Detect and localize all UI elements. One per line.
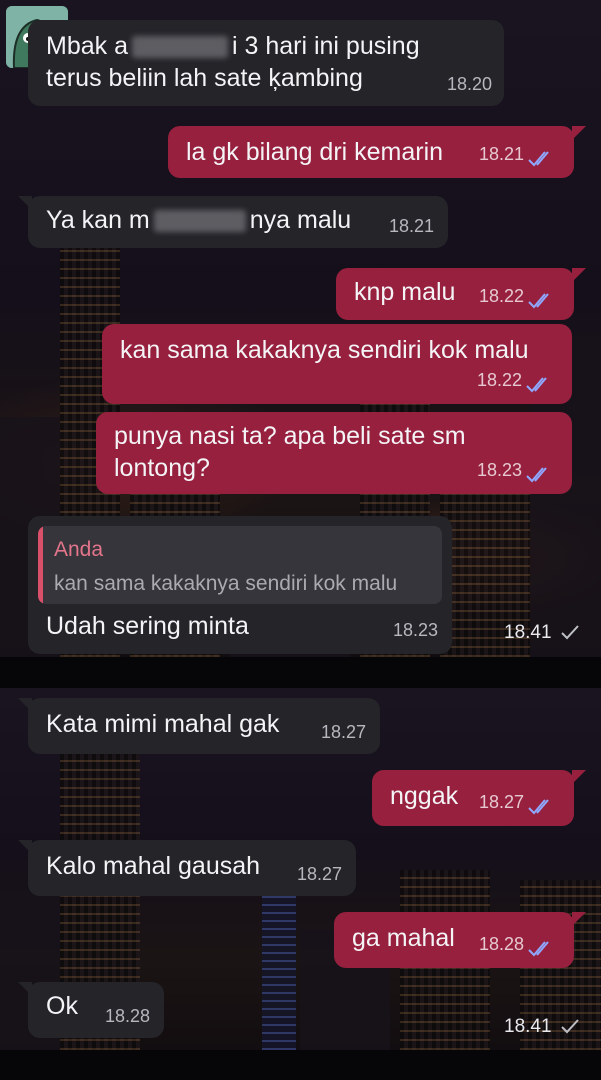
overlay-time: 18.41 <box>504 1016 552 1037</box>
message-text: Udah sering minta <box>46 612 249 640</box>
message-time: 18.22 <box>476 370 522 390</box>
incoming-message[interactable]: Kalo mahal gausah 18.27 <box>18 840 356 896</box>
outgoing-message[interactable]: kan sama kakaknya sendiri kok malu 18.22 <box>102 324 572 404</box>
single-check-icon <box>560 624 580 640</box>
outgoing-message[interactable]: la gk bilang dri kemarin 18.21 <box>168 126 586 178</box>
message-time: 18.27 <box>478 792 524 812</box>
incoming-message[interactable]: Ok 18.28 <box>18 982 164 1038</box>
double-check-icon <box>528 798 558 816</box>
quoted-message[interactable]: Anda kan sama kakaknya sendiri kok malu <box>38 526 442 604</box>
outgoing-message[interactable]: nggak 18.27 <box>372 770 586 826</box>
message-text: punya nasi ta? apa beli sate sm <box>114 422 466 450</box>
message-time: 18.23 <box>476 460 522 480</box>
overlay-time: 18.41 <box>504 622 552 643</box>
bottom-bar <box>0 1050 601 1080</box>
message-text: Kalo mahal gausah <box>46 852 261 880</box>
single-check-icon <box>560 1018 580 1034</box>
outgoing-message[interactable]: punya nasi ta? apa beli sate sm lontong?… <box>96 412 572 494</box>
message-text: Ok <box>46 992 78 1020</box>
message-time: 18.28 <box>104 1006 150 1026</box>
message-time: 18.27 <box>320 722 366 742</box>
redacted-text <box>131 36 228 59</box>
outgoing-message[interactable]: knp malu 18.22 <box>336 268 586 320</box>
quote-text: kan sama kakaknya sendiri kok malu <box>54 572 398 595</box>
double-check-icon <box>528 150 558 168</box>
outgoing-message[interactable]: ga mahal 18.28 <box>334 912 586 968</box>
message-text: i 3 hari ini pusing <box>231 32 420 60</box>
incoming-reply-message[interactable]: Anda kan sama kakaknya sendiri kok malu … <box>28 516 452 654</box>
message-time: 18.27 <box>296 864 342 884</box>
message-text: terus beliin lah sate ķambing <box>46 64 363 92</box>
message-text: Kata mimi mahal gak <box>46 710 280 738</box>
incoming-message[interactable]: Mbak a i 3 hari ini pusing terus beliin l… <box>28 20 504 106</box>
quote-author: Anda <box>54 538 104 561</box>
message-time: 18.28 <box>478 934 524 954</box>
chat-screenshot-bottom: Kata mimi mahal gak 18.27 nggak 18.27 Ka… <box>0 688 601 1050</box>
double-check-icon <box>528 292 558 310</box>
double-check-icon <box>526 466 556 484</box>
incoming-message[interactable]: Kata mimi mahal gak 18.27 <box>18 698 380 754</box>
chat-screenshot-top: Mbak a i 3 hari ini pusing terus beliin l… <box>0 0 601 657</box>
redacted-text <box>153 210 246 233</box>
message-text: knp malu <box>354 278 456 306</box>
quote-accent-bar <box>38 526 43 604</box>
message-text: ga mahal <box>352 924 455 952</box>
message-text: Mbak a <box>46 32 128 60</box>
message-text: Ya kan m <box>46 206 150 234</box>
double-check-icon <box>528 940 558 958</box>
message-time: 18.20 <box>446 74 492 94</box>
message-time: 18.22 <box>478 286 524 306</box>
separator <box>0 657 601 688</box>
message-text: kan sama kakaknya sendiri kok malu <box>120 336 529 364</box>
message-time: 18.21 <box>478 144 524 164</box>
message-text: nggak <box>390 782 459 810</box>
message-time: 18.23 <box>392 620 438 640</box>
message-time: 18.21 <box>388 216 434 236</box>
incoming-message[interactable]: Ya kan m nya malu 18.21 <box>18 196 448 248</box>
message-text: nya malu <box>249 206 352 234</box>
message-text: la gk bilang dri kemarin <box>186 138 444 166</box>
double-check-icon <box>526 376 556 394</box>
